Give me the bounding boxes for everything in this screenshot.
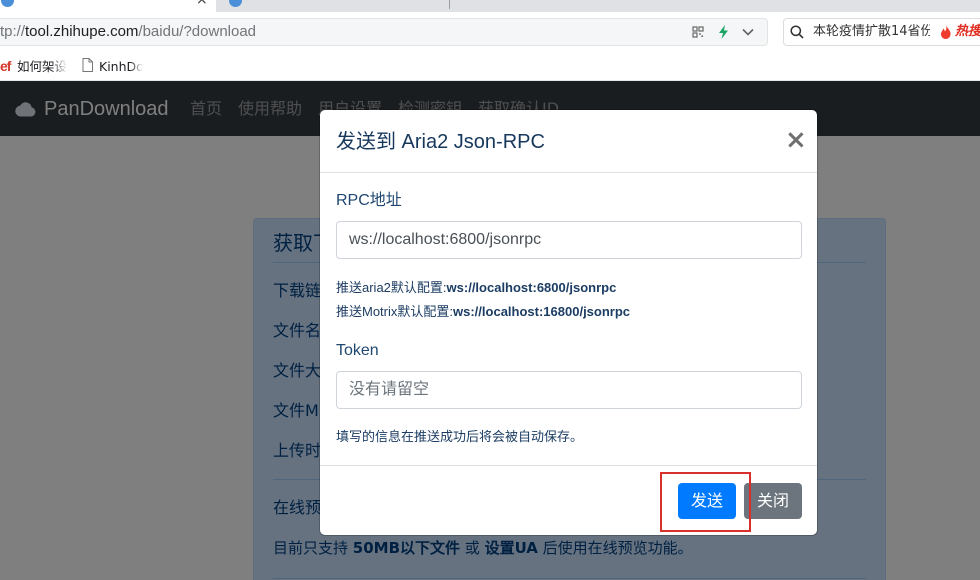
hint-prefix: 推送aria2默认配置: <box>336 280 447 295</box>
close-icon[interactable]: × <box>785 125 807 155</box>
file-icon[interactable] <box>82 58 93 72</box>
hint-prefix: 推送Motrix默认配置: <box>336 304 454 319</box>
modal-header-divider <box>320 172 817 173</box>
motrix-default-hint: 推送Motrix默认配置:ws://localhost:16800/jsonrp… <box>336 304 630 320</box>
ef-logo-icon[interactable]: ef <box>0 58 11 74</box>
url-path: /baidu/?download <box>138 23 257 40</box>
globe-icon <box>229 0 242 7</box>
address-bar[interactable]: tp://tool.zhihupe.com/baidu/?download <box>0 18 768 46</box>
url-host: tool.zhihupe.com <box>25 23 139 40</box>
search-icon[interactable] <box>790 25 804 39</box>
hint-url: ws://localhost:16800/jsonrpc <box>453 304 631 319</box>
qr-code-icon[interactable] <box>692 26 704 38</box>
hot-search-box[interactable]: 本轮疫情扩散14省份 热搜 <box>783 18 980 46</box>
aria2-default-hint: 推送aria2默认配置:ws://localhost:6800/jsonrpc <box>336 280 616 296</box>
browser-tab[interactable] <box>217 0 449 12</box>
tab-separator <box>449 0 450 9</box>
highlight-box <box>660 472 751 532</box>
modal-title: 发送到 Aria2 Json-RPC <box>336 131 545 153</box>
search-input[interactable]: 本轮疫情扩散14省份 <box>813 24 930 40</box>
bookmarks-bar: ef 如何架设 KinhDo <box>0 50 980 81</box>
lightning-icon[interactable] <box>718 25 729 39</box>
rpc-address-label: RPC地址 <box>336 192 402 209</box>
url-scheme: tp:// <box>0 23 26 40</box>
tab-strip: × <box>0 0 980 12</box>
hint-url: ws://localhost:6800/jsonrpc <box>446 280 617 295</box>
token-input[interactable] <box>336 371 802 409</box>
modal-footer-divider <box>320 465 817 466</box>
auto-save-note: 填写的信息在推送成功后将会被自动保存。 <box>336 429 584 444</box>
globe-icon <box>1 0 14 7</box>
address-row: tp://tool.zhihupe.com/baidu/?download 本轮… <box>0 12 980 50</box>
fire-icon <box>940 25 952 39</box>
bookmark-item[interactable]: KinhDo <box>99 59 143 74</box>
hot-search-label[interactable]: 热搜 <box>955 24 980 40</box>
close-button[interactable]: 关闭 <box>744 483 802 519</box>
url-text[interactable]: tp://tool.zhihupe.com/baidu/?download <box>0 23 256 41</box>
rpc-address-input[interactable] <box>336 221 802 259</box>
token-label: Token <box>336 342 379 359</box>
browser-tab-active[interactable]: × <box>0 0 216 12</box>
close-tab-icon[interactable]: × <box>196 0 208 7</box>
bookmark-item[interactable]: 如何架设 <box>17 59 67 74</box>
chevron-down-icon[interactable] <box>742 28 754 36</box>
